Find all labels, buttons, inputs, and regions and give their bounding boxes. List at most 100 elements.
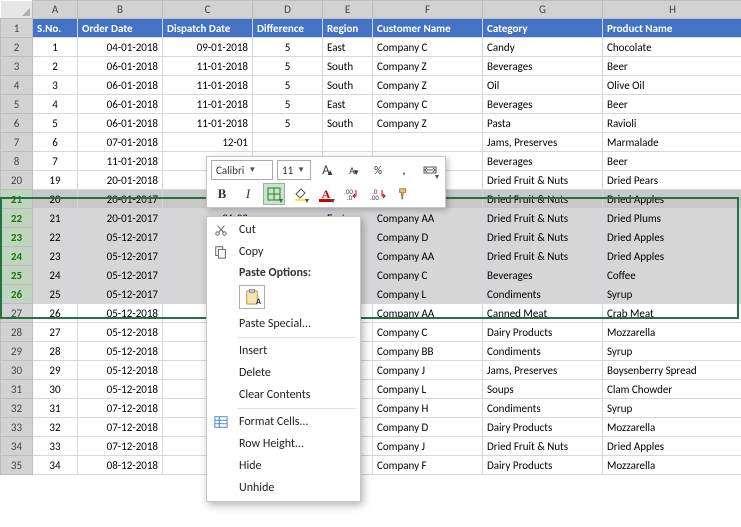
cell[interactable]: Dried Pears	[603, 171, 741, 190]
row-header[interactable]: 29	[1, 342, 33, 361]
cell[interactable]: Beer	[603, 95, 741, 114]
cell[interactable]: Company D	[373, 228, 483, 247]
cell[interactable]: Company J	[373, 361, 483, 380]
cell[interactable]: Condiments	[483, 285, 603, 304]
row-header[interactable]: 28	[1, 323, 33, 342]
cell[interactable]: 6	[33, 133, 78, 152]
cell[interactable]: Company C	[373, 266, 483, 285]
cell[interactable]: 06-01-2018	[78, 76, 163, 95]
cell[interactable]: South	[323, 114, 373, 133]
increase-font-button[interactable]: A▲	[315, 159, 337, 181]
cell[interactable]: 05-12-2017	[78, 228, 163, 247]
cell[interactable]: Beer	[603, 152, 741, 171]
cell[interactable]: 05-12-2017	[78, 285, 163, 304]
cell[interactable]: Beer	[603, 57, 741, 76]
menu-clear-contents[interactable]: Clear Contents	[207, 384, 360, 406]
paste-default-button[interactable]: A	[239, 285, 265, 309]
fill-color-button[interactable]: ▼	[289, 183, 311, 205]
row-header[interactable]: 34	[1, 437, 33, 456]
cell[interactable]: 5	[253, 38, 323, 57]
table-header-cell[interactable]: S.No.	[33, 19, 78, 38]
cell[interactable]: Dried Fruit & Nuts	[483, 209, 603, 228]
cell[interactable]: Syrup	[603, 342, 741, 361]
cell[interactable]: 21	[33, 209, 78, 228]
cell[interactable]: 09-01-2018	[163, 38, 253, 57]
cell[interactable]: Beverages	[483, 57, 603, 76]
cell[interactable]: 11-01-2018	[78, 152, 163, 171]
cell[interactable]: Condiments	[483, 342, 603, 361]
cell[interactable]: Condiments	[483, 399, 603, 418]
cell[interactable]: 1	[33, 38, 78, 57]
cell[interactable]	[373, 133, 483, 152]
row-header[interactable]: 27	[1, 304, 33, 323]
cell[interactable]: Dried Apples	[603, 190, 741, 209]
comma-format-button[interactable]: ,	[393, 159, 415, 181]
cell[interactable]: Dairy Products	[483, 323, 603, 342]
cell[interactable]: Company Z	[373, 57, 483, 76]
cell[interactable]: Company F	[373, 456, 483, 475]
cell[interactable]: 12-01	[163, 133, 253, 152]
menu-delete[interactable]: Delete	[207, 362, 360, 384]
cell[interactable]: 05-12-2018	[78, 361, 163, 380]
row-header[interactable]: 7	[1, 133, 33, 152]
column-header[interactable]: C	[163, 1, 253, 19]
cell[interactable]: Beverages	[483, 95, 603, 114]
table-header-cell[interactable]: Difference	[253, 19, 323, 38]
cell[interactable]: Mozzarella	[603, 418, 741, 437]
font-color-button[interactable]: A ▼	[315, 183, 337, 205]
row-header[interactable]: 6	[1, 114, 33, 133]
cell[interactable]: 2	[33, 57, 78, 76]
cell[interactable]: Ravioli	[603, 114, 741, 133]
column-header[interactable]: F	[373, 1, 483, 19]
row-header[interactable]: 3	[1, 57, 33, 76]
cell[interactable]: 07-01-2018	[78, 133, 163, 152]
cell[interactable]: 5	[33, 114, 78, 133]
percent-format-button[interactable]: %	[367, 159, 389, 181]
row-header[interactable]: 23	[1, 228, 33, 247]
cell[interactable]: Mozzarella	[603, 323, 741, 342]
cell[interactable]: Olive Oil	[603, 76, 741, 95]
row-header[interactable]: 8	[1, 152, 33, 171]
cell[interactable]: Canned Meat	[483, 304, 603, 323]
row-header[interactable]: 20	[1, 171, 33, 190]
cell[interactable]: 33	[33, 437, 78, 456]
cell[interactable]: Company D	[373, 418, 483, 437]
cell[interactable]: 07-12-2018	[78, 437, 163, 456]
mini-toolbar[interactable]: Calibri ▼ 11 ▼ A▲ A▼ % , ▼ B I ▼ ▼ A ▼	[206, 156, 446, 208]
cell[interactable]: 32	[33, 418, 78, 437]
cell[interactable]: 06-01-2018	[78, 95, 163, 114]
cell[interactable]: Dried Apples	[603, 247, 741, 266]
column-header[interactable]: H	[603, 1, 741, 19]
cell[interactable]: Chocolate	[603, 38, 741, 57]
cell[interactable]: Company AA	[373, 209, 483, 228]
cell[interactable]: Oil	[483, 76, 603, 95]
cell[interactable]: 05-12-2017	[78, 266, 163, 285]
font-name-combo[interactable]: Calibri ▼	[211, 160, 273, 180]
cell[interactable]: Company AA	[373, 247, 483, 266]
cell[interactable]: 5	[253, 57, 323, 76]
cell[interactable]: 29	[33, 361, 78, 380]
cell[interactable]: 7	[33, 152, 78, 171]
cell[interactable]: 31	[33, 399, 78, 418]
cell[interactable]: 23	[33, 247, 78, 266]
cell[interactable]: Marmalade	[603, 133, 741, 152]
row-header[interactable]: 32	[1, 399, 33, 418]
row-header[interactable]: 35	[1, 456, 33, 475]
column-header[interactable]: G	[483, 1, 603, 19]
cell[interactable]: 28	[33, 342, 78, 361]
column-header[interactable]: A	[33, 1, 78, 19]
cell[interactable]: 24	[33, 266, 78, 285]
increase-decimal-button[interactable]: .0.00	[367, 183, 389, 205]
spreadsheet-grid[interactable]: ABCDEFGH 1S.No.Order DateDispatch DateDi…	[0, 0, 741, 475]
cell[interactable]: 5	[253, 95, 323, 114]
cell[interactable]: 4	[33, 95, 78, 114]
cell[interactable]: Dried Fruit & Nuts	[483, 247, 603, 266]
menu-insert[interactable]: Insert	[207, 340, 360, 362]
cell[interactable]: Company Z	[373, 114, 483, 133]
cell[interactable]: 05-12-2017	[78, 247, 163, 266]
cell[interactable]: Company J	[373, 437, 483, 456]
menu-format-cells[interactable]: Format Cells...	[207, 411, 360, 433]
cell[interactable]: 3	[33, 76, 78, 95]
table-header-cell[interactable]: Dispatch Date	[163, 19, 253, 38]
table-header-cell[interactable]: Region	[323, 19, 373, 38]
